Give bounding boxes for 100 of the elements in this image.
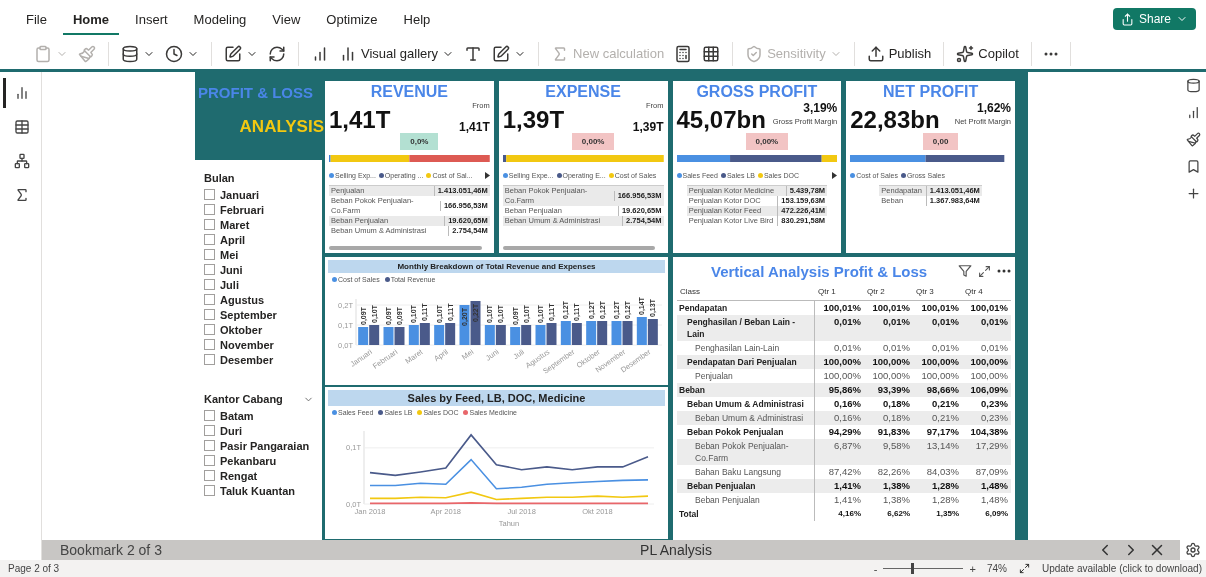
bar (445, 323, 456, 345)
slicer-title: Bulan (204, 172, 235, 184)
bar (571, 323, 582, 345)
zoom-in-button[interactable]: + (966, 562, 979, 575)
bookmark-icon[interactable] (1185, 159, 1201, 174)
checkbox[interactable] (204, 485, 215, 496)
checkbox[interactable] (204, 324, 215, 335)
share-button[interactable]: Share (1112, 8, 1196, 30)
menu-tab[interactable]: File (16, 3, 57, 35)
bar (369, 325, 380, 345)
focus-mode-icon[interactable] (978, 264, 991, 278)
slicer-option[interactable]: Juli (204, 277, 314, 292)
settings-icon[interactable] (1185, 542, 1201, 558)
sparkles-icon (956, 44, 975, 63)
slicer-option[interactable]: Pasir Pangaraian (204, 438, 314, 453)
dax-view-icon (14, 187, 30, 203)
menu-tab[interactable]: Help (393, 3, 441, 35)
checkbox[interactable] (204, 204, 215, 215)
slicer-option[interactable]: September (204, 307, 314, 322)
row-header: Beban Penjualan (677, 479, 815, 493)
slicer-option[interactable]: Taluk Kuantan (204, 483, 314, 498)
bar (647, 319, 658, 345)
row-header: Beban Pokok Penjualan-Co.Farm (677, 439, 815, 465)
checkbox[interactable] (204, 279, 215, 290)
filter-icon[interactable] (958, 264, 972, 278)
slicer-option[interactable]: November (204, 337, 314, 352)
table-cell: 100,00% (864, 355, 913, 369)
row-header: Beban Umum & Administrasi (677, 411, 815, 425)
toolbar-button[interactable]: Copilot (954, 42, 1021, 65)
slicer-option[interactable]: Oktober (204, 322, 314, 337)
more-icon[interactable] (997, 269, 1011, 273)
slicer-option[interactable]: Januari (204, 187, 314, 202)
checkbox[interactable] (204, 455, 215, 466)
slicer-option[interactable]: April (204, 232, 314, 247)
toolbar-button[interactable]: Publish (864, 42, 934, 65)
checkbox[interactable] (204, 264, 215, 275)
add-icon[interactable] (1185, 186, 1201, 201)
checkbox[interactable] (204, 249, 215, 260)
next-arrow-icon[interactable] (832, 172, 838, 179)
table-cell: 95,86% (815, 383, 864, 397)
margin-value: 3,19% (803, 101, 838, 115)
zoom-thumb[interactable] (911, 563, 915, 574)
slicer-option[interactable]: Mei (204, 247, 314, 262)
checkbox[interactable] (204, 309, 215, 320)
slicer-option[interactable]: Duri (204, 423, 314, 438)
option-label: Agustus (220, 293, 264, 306)
slicer-option[interactable]: Rengat (204, 468, 314, 483)
option-label: Taluk Kuantan (220, 484, 295, 497)
checkbox[interactable] (204, 339, 215, 350)
bar (622, 321, 633, 345)
bar (434, 325, 445, 345)
zoom-out-button[interactable]: - (870, 562, 881, 575)
checkbox[interactable] (204, 425, 215, 436)
option-label: April (220, 233, 246, 246)
slicer-option[interactable]: Februari (204, 202, 314, 217)
bar (586, 321, 597, 345)
slicer-option[interactable]: Pekanbaru (204, 453, 314, 468)
refresh-icon (268, 44, 286, 63)
menu-tab[interactable]: Modeling (183, 3, 257, 35)
clock-icon (165, 44, 183, 63)
data-icon[interactable] (1185, 78, 1201, 93)
change-badge: 0,0% (400, 133, 439, 150)
scrollbar[interactable] (502, 246, 656, 250)
checkbox[interactable] (204, 410, 215, 421)
menu-tab[interactable]: Home (62, 3, 120, 35)
paste-icon (34, 44, 52, 63)
slicer-option[interactable]: Batam (204, 408, 314, 423)
slicer-option[interactable]: Juni (204, 262, 314, 277)
slicer-option[interactable]: Maret (204, 217, 314, 232)
checkbox[interactable] (204, 234, 215, 245)
bar (459, 305, 470, 345)
checkbox[interactable] (204, 219, 215, 230)
slicer-option[interactable]: Desember (204, 352, 314, 367)
checkbox[interactable] (204, 470, 215, 481)
table-cell: 0,01% (815, 315, 864, 341)
slicer-option[interactable]: Agustus (204, 292, 314, 307)
database-icon (121, 44, 139, 63)
update-link[interactable]: Update available (click to download) (1041, 563, 1202, 574)
menu-tab[interactable]: Optimize (316, 3, 388, 35)
change-badge: 0,00% (571, 133, 615, 150)
kpi-value: 45,07bn (676, 106, 766, 134)
checkbox[interactable] (204, 294, 215, 305)
bar (636, 317, 647, 345)
table-cell: 0,16% (815, 411, 864, 425)
checkbox[interactable] (204, 440, 215, 451)
page-indicator: Page 2 of 3 (8, 563, 60, 574)
grid-icon (702, 44, 721, 63)
toolbar-button[interactable]: Visual gallery (337, 42, 457, 65)
menu-tab[interactable]: View (262, 3, 311, 35)
brush-icon[interactable] (1185, 132, 1201, 147)
checkbox[interactable] (204, 354, 215, 365)
menu-tab[interactable]: Insert (125, 3, 178, 35)
table-cell: 13,14% (913, 439, 962, 465)
fit-page-icon[interactable] (1018, 563, 1030, 574)
next-arrow-icon[interactable] (484, 172, 490, 179)
option-label: Januari (220, 188, 260, 201)
model-view-icon (14, 153, 30, 169)
scrollbar[interactable] (329, 246, 482, 250)
option-label: Juni (220, 263, 243, 276)
checkbox[interactable] (204, 189, 215, 200)
